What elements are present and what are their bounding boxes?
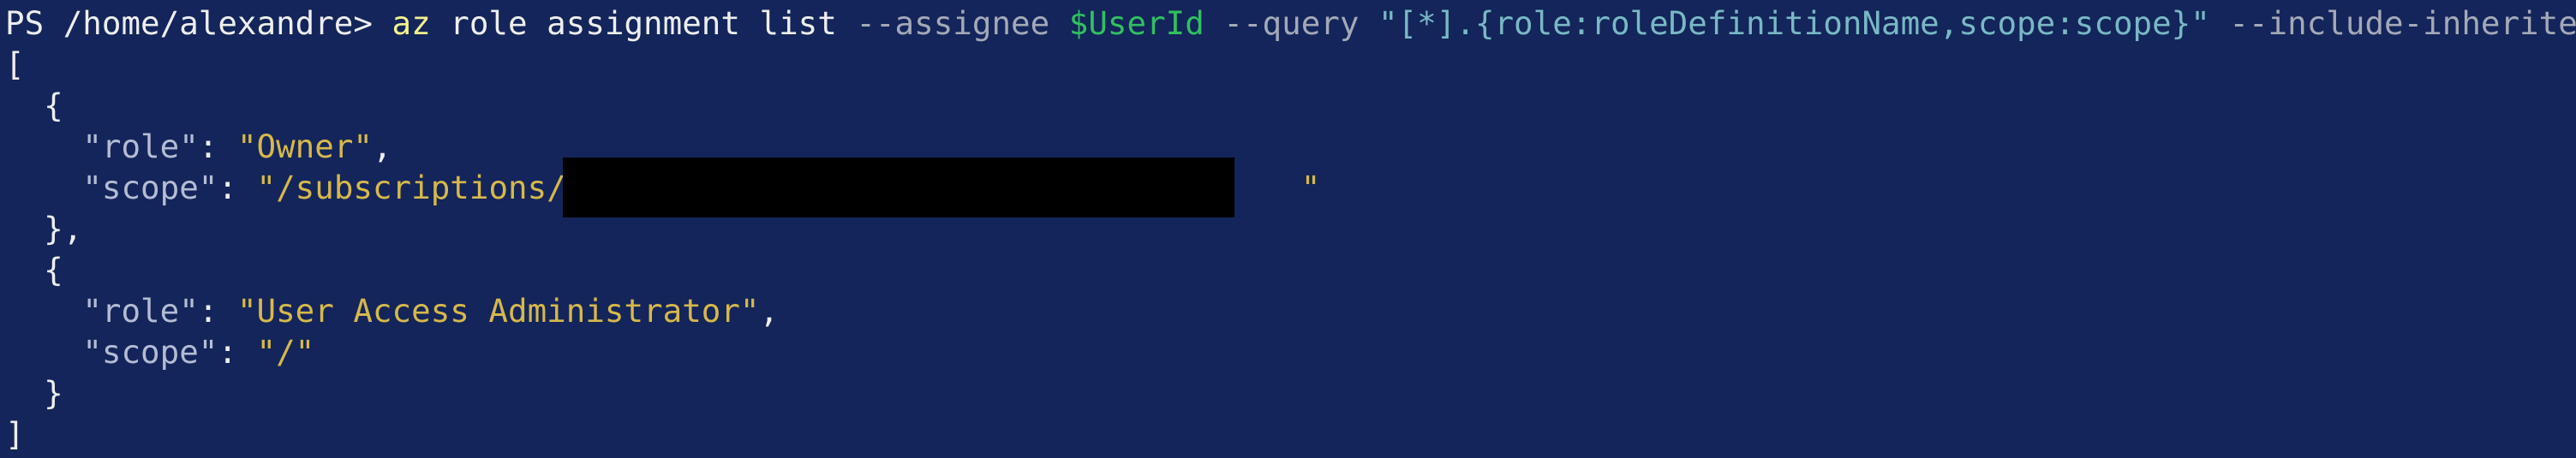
output-open-bracket: [ (5, 44, 2576, 85)
include-inherited-flag: --include-inherited (2229, 4, 2576, 42)
output-entry-1-open: { (5, 85, 2576, 126)
command-args: role assignment list (450, 4, 837, 42)
role-key: "role" (82, 128, 199, 165)
prompt-prefix: PS /home/alexandre> (5, 4, 392, 42)
output-entry-2-scope: "scope": "/" (5, 331, 2576, 372)
output-entry-2-open: { (5, 249, 2576, 290)
query-value: "[*].{role:roleDefinitionName,scope:scop… (1378, 4, 2210, 42)
comma: , (759, 292, 780, 330)
scope-value-closing-quote: " (1300, 169, 1321, 206)
scope-key: "scope" (82, 333, 218, 371)
user-id-variable: $UserId (1068, 4, 1204, 42)
close-brace: } (44, 374, 63, 412)
output-entry-1-role: "role": "Owner", (5, 126, 2576, 167)
colon: : (198, 292, 237, 330)
role-value-user-access-administrator: "User Access Administrator" (236, 292, 760, 330)
scope-value-root: "/" (256, 333, 315, 371)
redaction-box (563, 158, 1234, 217)
colon: : (218, 169, 257, 206)
output-entry-2-role: "role": "User Access Administrator", (5, 290, 2576, 331)
output-entry-1-scope: "scope": "/subscriptions/c " (5, 167, 2576, 208)
command-name: az (391, 4, 431, 42)
scope-key: "scope" (82, 169, 218, 206)
assignee-flag: --assignee (856, 4, 1050, 42)
close-bracket: ] (5, 415, 25, 453)
open-brace: { (44, 251, 63, 288)
output-entry-1-close: }, (5, 208, 2576, 249)
open-bracket: [ (5, 45, 25, 83)
open-brace: { (44, 86, 63, 124)
role-value-owner: "Owner" (236, 128, 373, 165)
output-close-bracket: ] (5, 413, 2576, 455)
comma: , (372, 128, 392, 165)
colon: : (218, 333, 257, 371)
colon: : (198, 128, 237, 165)
query-flag: --query (1223, 4, 1360, 42)
scope-value-subscription: "/subscriptions/c (256, 169, 586, 206)
output-entry-2-close: } (5, 372, 2576, 413)
close-brace-comma: }, (44, 210, 83, 247)
role-key: "role" (82, 292, 199, 330)
terminal-window[interactable]: PS /home/alexandre> az role assignment l… (0, 0, 2576, 458)
command-line: PS /home/alexandre> az role assignment l… (5, 3, 2576, 44)
